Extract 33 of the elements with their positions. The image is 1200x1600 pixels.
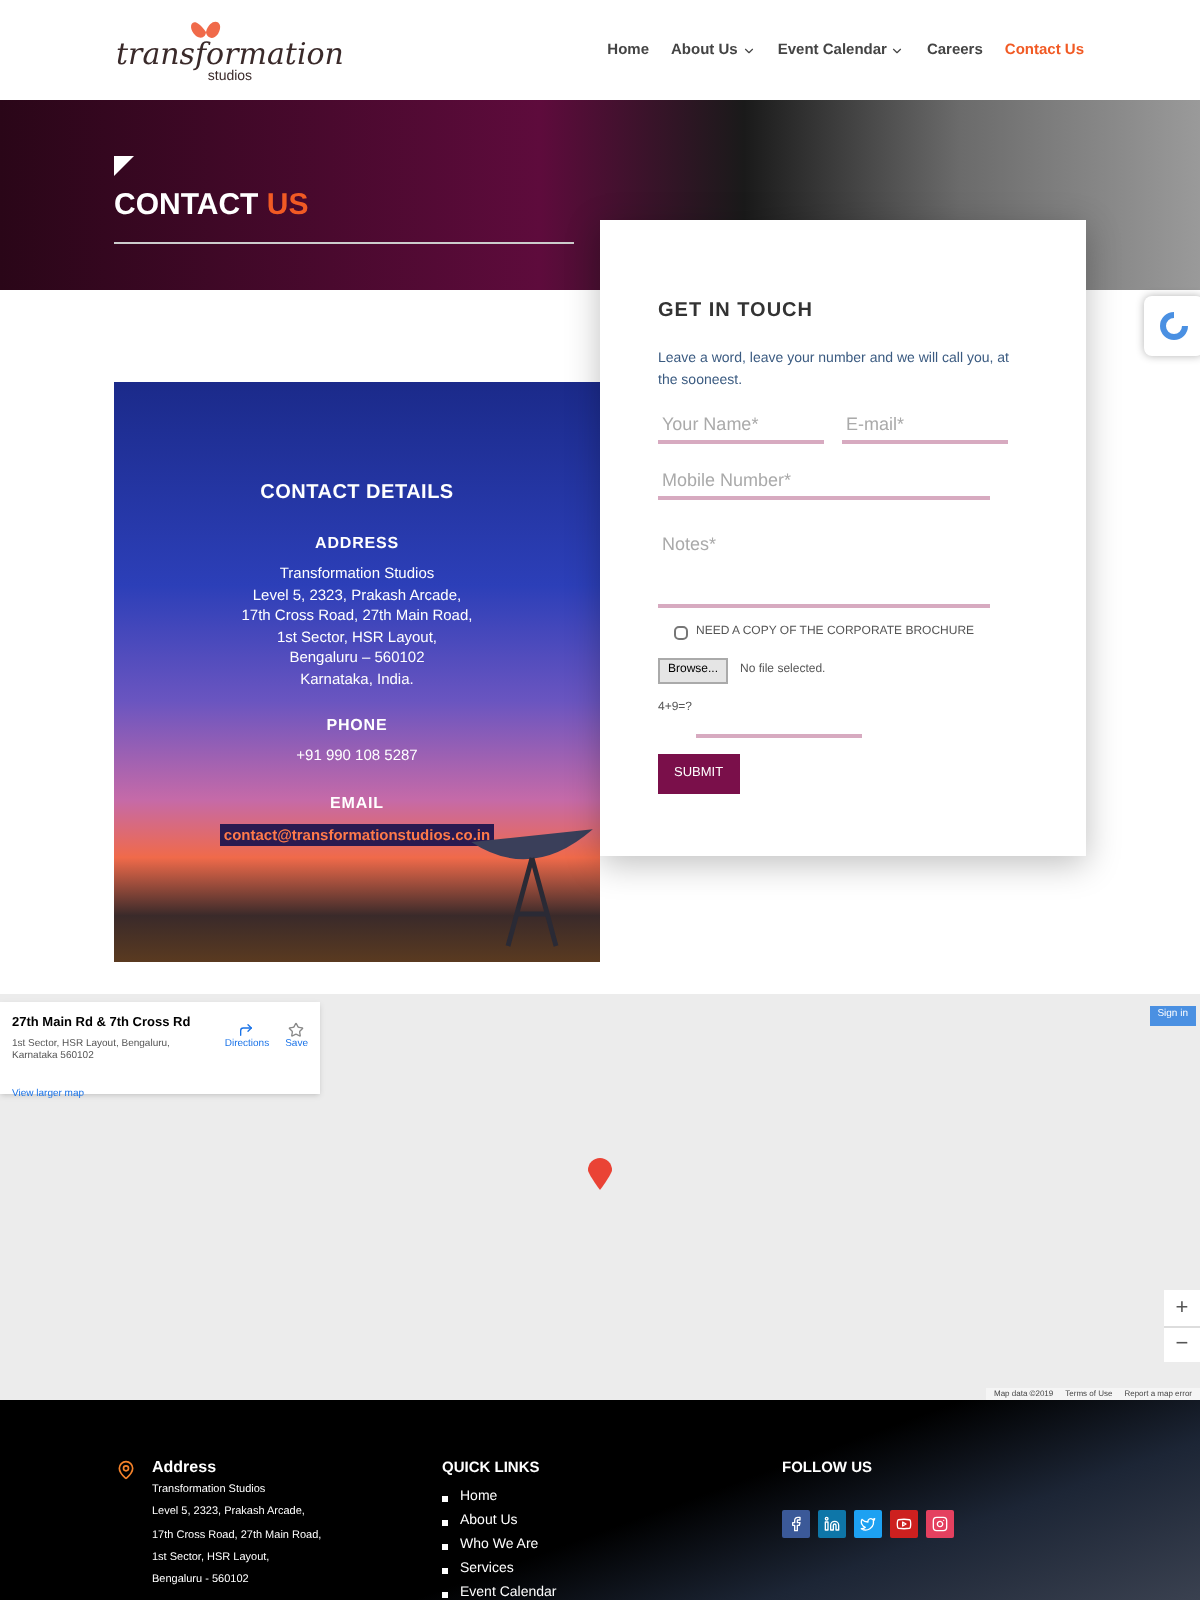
- facebook-icon[interactable]: [782, 1510, 810, 1539]
- bullet-icon: [442, 1543, 448, 1550]
- text-field[interactable]: Mobile Number*: [658, 464, 990, 500]
- text-field[interactable]: Your Name*: [658, 408, 824, 444]
- bullet-icon: [442, 1567, 448, 1574]
- star-icon: [288, 1022, 305, 1038]
- recaptcha-icon: [1158, 310, 1190, 342]
- detail-heading: ADDRESS: [315, 532, 399, 556]
- instagram-icon[interactable]: [926, 1510, 954, 1539]
- zoom-in-button[interactable]: +: [1164, 1290, 1200, 1326]
- detail-heading: EMAIL: [330, 791, 384, 815]
- bullet-icon: [442, 1519, 448, 1526]
- zoom-out-button[interactable]: −: [1164, 1326, 1200, 1362]
- bullet-icon: [442, 1495, 448, 1502]
- brochure-checkbox[interactable]: [674, 626, 688, 640]
- chevron-down-icon: [741, 43, 756, 57]
- twitter-icon[interactable]: [854, 1510, 882, 1539]
- linkedin-icon[interactable]: [818, 1510, 846, 1539]
- footer-heading: Address: [152, 1456, 219, 1480]
- detail-heading: PHONE: [326, 714, 388, 738]
- text-field[interactable]: E-mail*: [842, 408, 1008, 444]
- corner-triangle-icon: [114, 156, 134, 176]
- form-heading: GET IN TOUCH: [658, 298, 815, 326]
- bullet-icon: [442, 1591, 448, 1598]
- map-pin-icon: [588, 1158, 612, 1190]
- location-pin-icon: [116, 1460, 136, 1480]
- page-title: CONTACT US: [114, 184, 574, 243]
- notes-field[interactable]: Notes*: [658, 520, 990, 608]
- directions-icon: [238, 1022, 255, 1038]
- logo-wordmark: transformation: [116, 40, 344, 70]
- youtube-icon[interactable]: [890, 1510, 918, 1539]
- chevron-down-icon: [890, 43, 905, 57]
- section-heading: CONTACT DETAILS: [260, 480, 454, 508]
